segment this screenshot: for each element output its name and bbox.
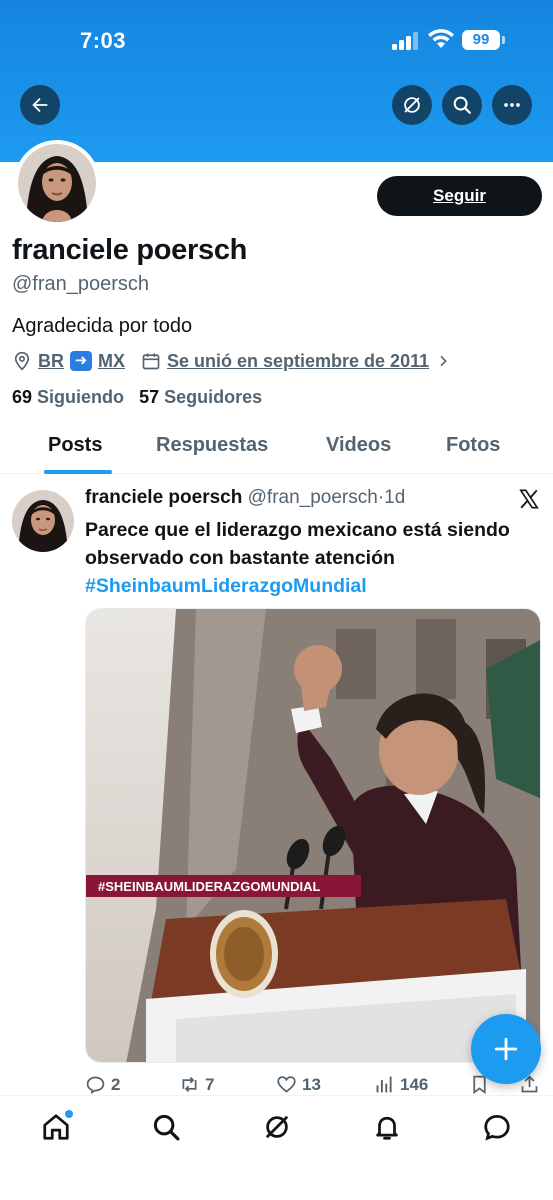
x-logo-icon bbox=[519, 489, 539, 509]
reply-count: 2 bbox=[111, 1074, 121, 1094]
repost-button[interactable]: 7 bbox=[179, 1074, 214, 1095]
chevron-right-icon[interactable] bbox=[435, 353, 451, 369]
status-bar: 7:03 99 bbox=[0, 0, 553, 78]
nav-home[interactable] bbox=[41, 1110, 73, 1142]
like-button[interactable]: 13 bbox=[276, 1074, 321, 1095]
search-button[interactable] bbox=[442, 85, 482, 125]
compose-post-button[interactable] bbox=[471, 1014, 541, 1084]
followers-link[interactable]: 57 Seguidores bbox=[139, 387, 262, 407]
bell-icon bbox=[376, 1116, 398, 1140]
repost-icon bbox=[182, 1076, 197, 1093]
following-count: 69 bbox=[12, 387, 33, 407]
tweet-text: Parece que el liderazgo mexicano está si… bbox=[85, 519, 510, 569]
search-icon bbox=[153, 1114, 180, 1141]
tweet-body: Parece que el liderazgo mexicano está si… bbox=[85, 516, 540, 600]
following-label: Siguiendo bbox=[37, 387, 125, 407]
tweet-avatar[interactable] bbox=[12, 490, 74, 552]
nav-search[interactable] bbox=[151, 1112, 181, 1142]
grok-icon bbox=[266, 1116, 288, 1138]
plus-icon bbox=[494, 1037, 518, 1061]
more-icon bbox=[504, 103, 520, 107]
tweet-media-image[interactable]: #SHEINBAUMLIDERAZGOMUNDIAL bbox=[85, 608, 541, 1063]
active-tab-indicator bbox=[44, 470, 112, 474]
profile-tabs: Posts Respuestas Videos Fotos bbox=[0, 424, 553, 474]
media-hashtag-banner: #SHEINBAUMLIDERAZGOMUNDIAL bbox=[98, 879, 321, 894]
tab-fotos[interactable]: Fotos bbox=[446, 434, 500, 457]
following-link[interactable]: 69 Siguiendo bbox=[12, 387, 124, 407]
search-icon bbox=[453, 96, 471, 114]
grok-icon bbox=[404, 97, 420, 113]
tweet-author-handle[interactable]: @fran_poersch bbox=[248, 487, 378, 508]
tweet-time: 1d bbox=[384, 487, 406, 508]
profile-meta: BR ➜ MX Se unió en septiembre de 2011 bbox=[12, 348, 457, 374]
reply-icon bbox=[86, 1076, 105, 1094]
follow-button[interactable]: Seguir bbox=[377, 176, 542, 216]
views-button[interactable]: 146 bbox=[374, 1074, 428, 1095]
repost-count: 7 bbox=[205, 1074, 215, 1094]
nav-notifications[interactable] bbox=[372, 1112, 402, 1142]
joined-date-link[interactable]: Se unió en septiembre de 2011 bbox=[167, 351, 429, 372]
followers-count: 57 bbox=[139, 387, 160, 407]
follow-stats: 69 Siguiendo 57 Seguidores bbox=[12, 387, 262, 408]
tweet-author-name[interactable]: franciele poersch bbox=[85, 487, 242, 508]
grok-button[interactable] bbox=[392, 85, 432, 125]
right-arrow-emoji-icon: ➜ bbox=[70, 351, 92, 371]
tab-videos[interactable]: Videos bbox=[326, 434, 391, 457]
location-from: BR bbox=[38, 350, 64, 371]
followers-label: Seguidores bbox=[164, 387, 263, 407]
profile-handle: @fran_poersch bbox=[12, 273, 150, 295]
location-to: MX bbox=[98, 350, 125, 371]
nav-grok[interactable] bbox=[262, 1112, 292, 1142]
heart-icon bbox=[277, 1076, 296, 1093]
calendar-icon bbox=[142, 353, 160, 370]
back-button[interactable] bbox=[20, 85, 60, 125]
avatar-image bbox=[18, 144, 96, 222]
more-button[interactable] bbox=[492, 85, 532, 125]
status-time: 7:03 bbox=[80, 28, 127, 53]
chat-bubble-icon bbox=[484, 1114, 510, 1141]
bottom-navigation bbox=[0, 1095, 553, 1200]
tab-posts[interactable]: Posts bbox=[48, 434, 102, 457]
battery-indicator: 99 bbox=[462, 30, 505, 50]
profile-avatar[interactable] bbox=[14, 140, 100, 226]
cellular-signal-icon bbox=[392, 32, 420, 50]
views-count: 146 bbox=[400, 1074, 429, 1094]
tweet-header: franciele poersch @fran_poersch·1d bbox=[85, 487, 405, 509]
tweet-hashtag[interactable]: #SheinbaumLiderazgoMundial bbox=[85, 575, 367, 597]
location-icon bbox=[14, 351, 30, 371]
profile-bio: Agradecida por todo bbox=[12, 315, 193, 337]
tab-respuestas[interactable]: Respuestas bbox=[156, 434, 268, 457]
like-count: 13 bbox=[302, 1074, 321, 1094]
home-notification-dot bbox=[65, 1110, 73, 1118]
profile-display-name: franciele poersch bbox=[12, 234, 248, 266]
wifi-icon bbox=[428, 29, 454, 48]
views-icon bbox=[376, 1076, 392, 1093]
back-arrow-icon bbox=[32, 97, 48, 113]
reply-button[interactable]: 2 bbox=[85, 1074, 120, 1095]
nav-messages[interactable] bbox=[482, 1112, 512, 1142]
